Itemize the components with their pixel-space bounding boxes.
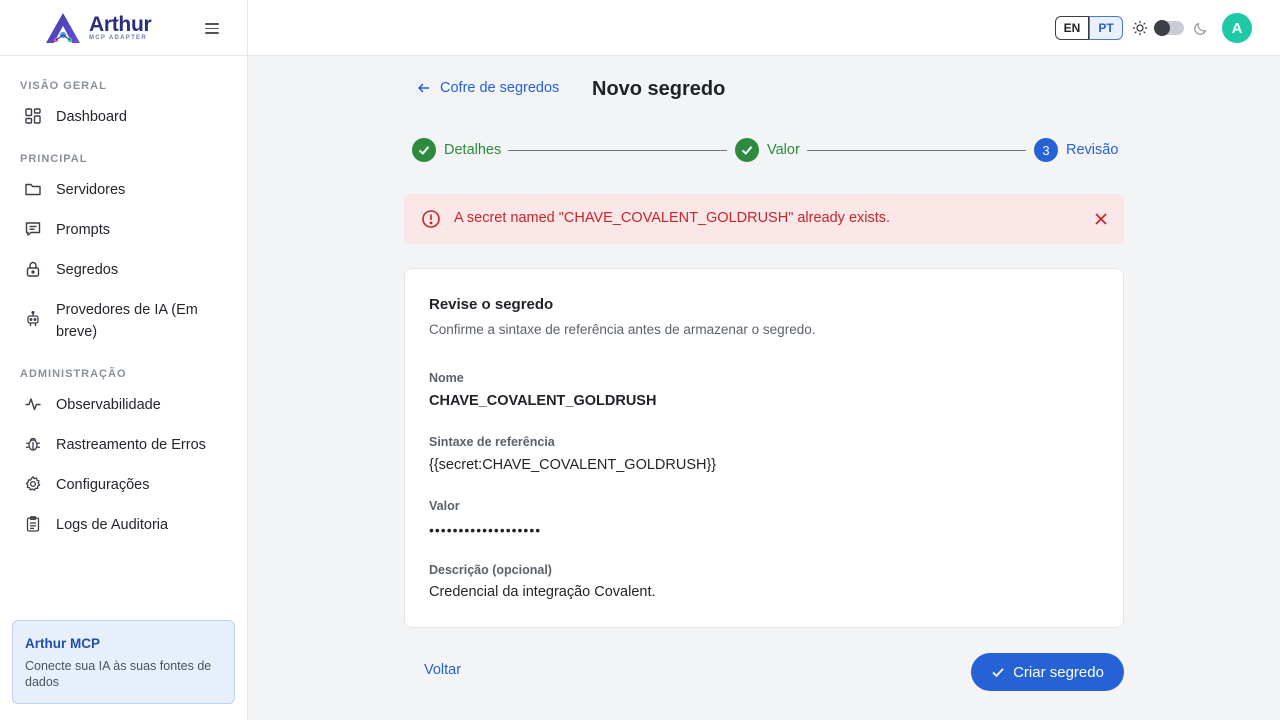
sidebar-item-prompts[interactable]: Prompts	[24, 219, 110, 241]
step-label: Valor	[767, 142, 800, 158]
stepper-connector	[807, 150, 1026, 151]
sidebar-item-ai-providers[interactable]: Provedores de IA (Em breve)	[24, 299, 214, 343]
step-details: Detalhes	[412, 138, 501, 162]
language-pt-button[interactable]: PT	[1089, 16, 1123, 40]
sidebar-item-label: Rastreamento de Erros	[56, 437, 206, 453]
language-en-button[interactable]: EN	[1055, 16, 1089, 40]
sidebar-item-label: Segredos	[56, 262, 119, 278]
sidebar-item-observability[interactable]: Observabilidade	[24, 394, 161, 416]
create-secret-button[interactable]: Criar segredo	[971, 653, 1124, 691]
masked-value: •••••••••••••••••••	[429, 522, 542, 538]
section-label-admin: ADMINISTRAÇÃO	[20, 368, 127, 380]
arthur-logo-icon	[46, 12, 80, 43]
folder-icon	[25, 183, 41, 196]
review-title: Revise o segredo	[429, 296, 554, 313]
sun-icon	[1133, 21, 1147, 35]
dashboard-icon	[25, 108, 41, 124]
theme-toggle-knob	[1154, 20, 1170, 36]
user-avatar[interactable]: A	[1222, 13, 1252, 43]
sidebar-item-label: Provedores de IA (Em breve)	[56, 302, 198, 340]
hamburger-menu-icon[interactable]	[205, 20, 221, 36]
review-card: Revise o segredo Confirme a sintaxe de r…	[404, 268, 1124, 628]
brand-subtitle: MCP ADAPTER	[89, 35, 147, 41]
stepper-connector	[508, 150, 727, 151]
brand[interactable]: Arthur MCP ADAPTER	[0, 0, 247, 56]
alert-message: A secret named "CHAVE_COVALENT_GOLDRUSH"…	[454, 210, 891, 226]
sidebar-item-secrets[interactable]: Segredos	[24, 259, 118, 281]
check-icon	[992, 668, 1004, 678]
description-label: Descrição (opcional)	[429, 563, 552, 577]
sidebar-item-dashboard[interactable]: Dashboard	[24, 106, 127, 128]
alert-circle-icon	[422, 210, 440, 228]
step-number: 3	[1034, 138, 1058, 162]
step-label: Revisão	[1066, 142, 1119, 158]
value-label: Valor	[429, 499, 460, 513]
back-link-label: Cofre de segredos	[440, 80, 560, 96]
gear-icon	[25, 476, 41, 491]
sidebar-item-label: Prompts	[56, 222, 110, 238]
promo-text: Conecte sua IA às suas fontes de dados	[25, 659, 212, 689]
create-secret-label: Criar segredo	[1013, 663, 1104, 681]
name-label: Nome	[429, 371, 464, 385]
section-label-main: PRINCIPAL	[20, 153, 88, 165]
activity-icon	[25, 398, 41, 411]
sidebar-item-servers[interactable]: Servidores	[24, 179, 125, 201]
sidebar-item-label: Servidores	[56, 182, 126, 198]
check-icon	[735, 138, 759, 162]
review-subtitle: Confirme a sintaxe de referência antes d…	[429, 322, 816, 337]
syntax-label: Sintaxe de referência	[429, 435, 555, 449]
page-title: Novo segredo	[592, 78, 726, 100]
syntax-value: {{secret:CHAVE_COVALENT_GOLDRUSH}}	[429, 457, 717, 473]
sidebar-item-label: Observabilidade	[56, 397, 161, 413]
step-label: Detalhes	[444, 142, 502, 158]
back-button[interactable]: Voltar	[424, 662, 461, 678]
error-alert: A secret named "CHAVE_COVALENT_GOLDRUSH"…	[404, 194, 1124, 244]
lock-icon	[26, 261, 40, 277]
brand-name: Arthur	[89, 13, 152, 36]
check-icon	[412, 138, 436, 162]
step-value: Valor	[735, 138, 800, 162]
clipboard-icon	[26, 516, 40, 532]
theme-toggle[interactable]	[1154, 20, 1184, 36]
topbar: EN PT A	[248, 0, 1280, 56]
sidebar-item-settings[interactable]: Configurações	[24, 474, 150, 496]
message-icon	[25, 222, 41, 236]
close-icon[interactable]	[1093, 211, 1109, 227]
sidebar-item-error-tracking[interactable]: Rastreamento de Erros	[24, 434, 206, 456]
sidebar-item-label: Configurações	[56, 477, 150, 493]
promo-card[interactable]: Arthur MCP Conecte sua IA às suas fontes…	[12, 620, 235, 704]
back-to-vault-link[interactable]: Cofre de segredos	[417, 80, 559, 96]
name-value: CHAVE_COVALENT_GOLDRUSH	[429, 393, 657, 409]
arrow-left-icon	[417, 83, 429, 93]
step-review: 3 Revisão	[1034, 138, 1118, 162]
section-label-overview: VISÃO GERAL	[20, 80, 107, 92]
sidebar-item-audit-logs[interactable]: Logs de Auditoria	[24, 514, 168, 536]
robot-icon	[27, 310, 39, 326]
sidebar-item-label: Logs de Auditoria	[56, 517, 169, 533]
promo-title: Arthur MCP	[25, 636, 100, 651]
sidebar: Arthur MCP ADAPTER VISÃO GERAL Dashboard…	[0, 0, 248, 720]
description-value: Credencial da integração Covalent.	[429, 584, 656, 600]
bug-icon	[25, 437, 41, 451]
moon-icon	[1194, 22, 1207, 35]
sidebar-item-label: Dashboard	[56, 109, 127, 125]
